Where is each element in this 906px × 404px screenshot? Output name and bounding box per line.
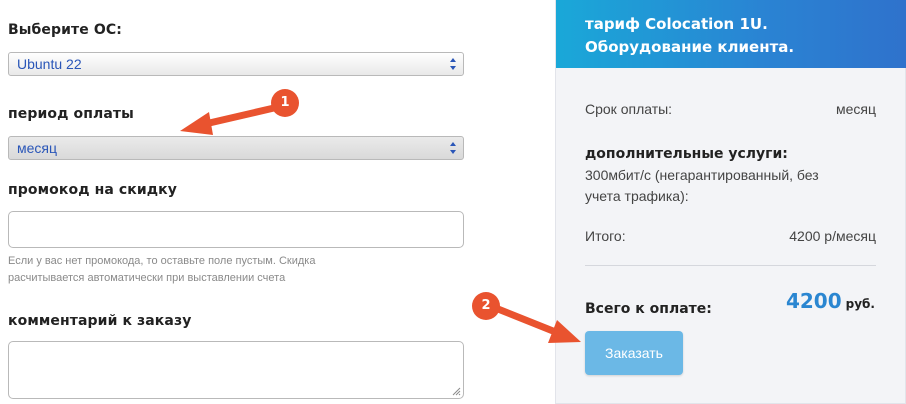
annotation-badge-2: 2 [472, 292, 500, 320]
order-summary-card: тариф Colocation 1U. Оборудование клиент… [555, 0, 906, 404]
annotation-badge-1: 1 [271, 89, 299, 117]
addons-line2: учета трафика): [585, 188, 689, 204]
select-arrows-icon [450, 58, 456, 70]
total-value: 4200 руб. [786, 289, 875, 313]
term-label: Срок оплаты: [585, 101, 673, 117]
term-value: месяц [835, 101, 876, 117]
summary-header: тариф Colocation 1U. Оборудование клиент… [556, 0, 906, 68]
promo-hint-line2: расчитывается автоматически при выставле… [8, 272, 286, 284]
order-button[interactable]: Заказать [585, 331, 683, 375]
term-row: Срок оплаты: месяц [585, 101, 876, 117]
promo-label: промокод на скидку [8, 182, 178, 198]
addons-label: дополнительные услуги: [585, 146, 788, 162]
subtotal-row: Итого: 4200 р/месяц [585, 228, 876, 244]
os-label: Выберите ОС: [8, 22, 122, 38]
resize-grip-icon[interactable] [452, 387, 461, 396]
promo-input[interactable] [8, 211, 464, 248]
total-amount: 4200 [785, 289, 842, 313]
addons-block: дополнительные услуги: 300мбит/с (негара… [585, 144, 876, 207]
os-select[interactable]: Ubuntu 22 [8, 52, 464, 76]
subtotal-label: Итого: [585, 228, 626, 244]
summary-divider [585, 265, 876, 266]
promo-hint: Если у вас нет промокода, то оставьте по… [8, 253, 368, 287]
addons-line1: 300мбит/с (негарантированный, без [585, 167, 819, 183]
select-arrows-icon [450, 142, 456, 154]
total-label: Всего к оплате: [585, 301, 712, 317]
promo-hint-line1: Если у вас нет промокода, то оставьте по… [8, 255, 316, 267]
total-currency: руб. [845, 297, 875, 311]
summary-title: тариф Colocation 1U. Оборудование клиент… [585, 13, 905, 59]
comment-textarea[interactable] [8, 341, 464, 399]
os-select-value: Ubuntu 22 [17, 56, 82, 72]
summary-title-line2: Оборудование клиента. [585, 38, 795, 56]
order-form: Выберите ОС: Ubuntu 22 период оплаты мес… [0, 0, 480, 404]
period-label: период оплаты [8, 106, 134, 122]
comment-label: комментарий к заказу [8, 313, 192, 329]
period-select[interactable]: месяц [8, 136, 464, 160]
subtotal-value: 4200 р/месяц [789, 228, 876, 244]
period-select-value: месяц [17, 140, 58, 156]
summary-title-line1: тариф Colocation 1U. [585, 15, 768, 33]
